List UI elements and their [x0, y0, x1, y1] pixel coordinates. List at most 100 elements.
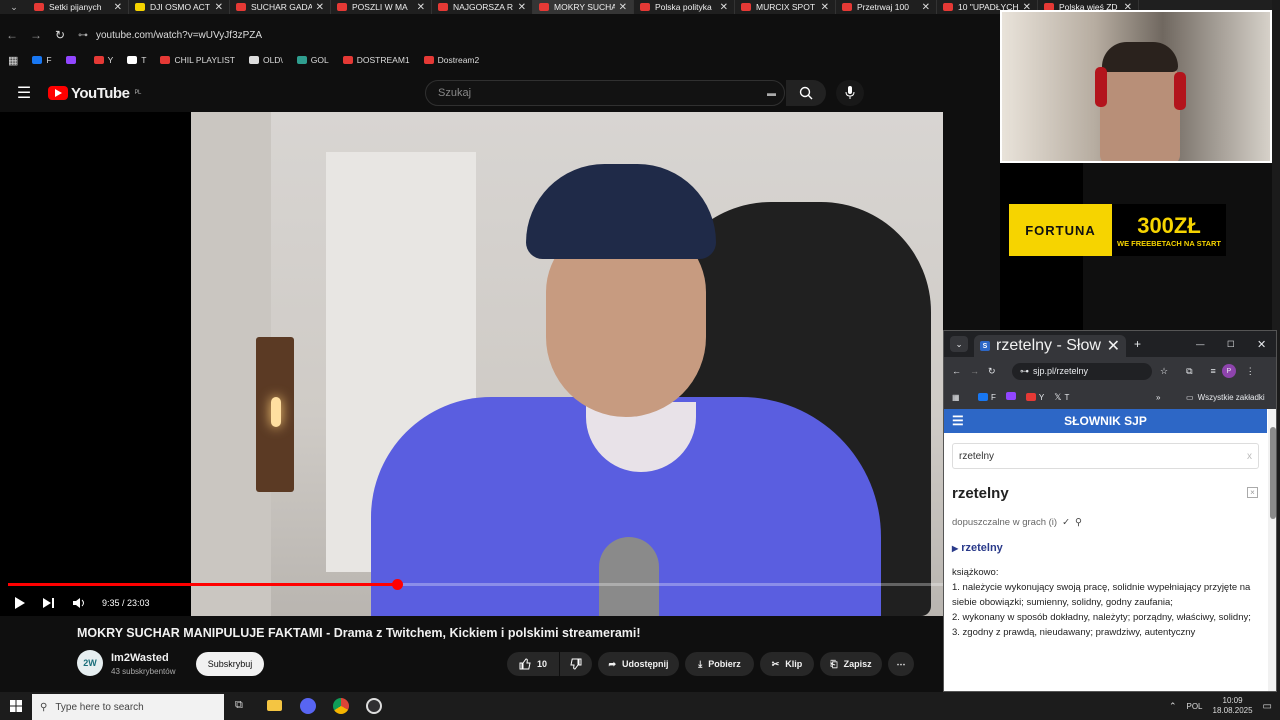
popup-bm-youtube[interactable]: Y [1025, 393, 1044, 402]
browser-tab[interactable]: Polska polityka ✕ [634, 0, 735, 14]
popup-tab-close-icon[interactable]: ✕ [1107, 336, 1120, 356]
discord-icon[interactable] [300, 698, 316, 714]
bookmark-item[interactable]: OLD\ [248, 55, 283, 65]
search-button[interactable] [786, 80, 826, 106]
bookmark-item[interactable]: Dostream2 [423, 55, 479, 65]
popup-star-icon[interactable]: ☆ [1160, 366, 1168, 377]
sjp-entry-title[interactable]: ▶ rzetelny [952, 542, 1003, 554]
browser-tab[interactable]: MOKRY SUCHA ✕ [533, 0, 634, 14]
popup-close-icon[interactable]: ✕ [1257, 338, 1266, 351]
popup-apps-icon[interactable]: ▦ [952, 393, 972, 402]
url-field[interactable]: ⊶ youtube.com/watch?v=wUVyJf3zPZA [78, 30, 262, 41]
popup-profile-avatar[interactable]: P [1221, 364, 1236, 378]
voice-search-button[interactable] [836, 80, 864, 106]
sjp-collapse-icon[interactable]: × [1247, 487, 1258, 498]
sjp-menu-icon[interactable]: ☰ [952, 413, 964, 429]
download-button[interactable]: ⤓ Pobierz [685, 652, 754, 676]
popup-url[interactable]: ⊶ sjp.pl/rzetelny [1012, 362, 1152, 380]
tab-close-icon[interactable]: ✕ [417, 2, 425, 13]
next-icon[interactable] [42, 597, 56, 609]
bookmark-item[interactable]: T [127, 55, 146, 65]
tab-search-chevron-icon[interactable]: ⌄ [0, 0, 28, 14]
keyboard-icon[interactable]: ▬ [767, 88, 776, 98]
browser-tab[interactable]: POSZLI W MA ✕ [331, 0, 432, 14]
browser-tab[interactable]: SUCHAR GADA ✕ [230, 0, 331, 14]
popup-scrollbar-thumb[interactable] [1270, 427, 1276, 519]
popup-reload-icon[interactable]: ↻ [988, 366, 1006, 377]
search-input[interactable]: Szukaj ▬ [425, 80, 785, 106]
video-player[interactable]: 9:35 / 23:03 [0, 112, 943, 616]
tab-close-icon[interactable]: ✕ [316, 2, 324, 13]
popup-new-tab-icon[interactable]: + [1134, 337, 1141, 351]
tab-close-icon[interactable]: ✕ [619, 2, 627, 13]
sjp-clear-icon[interactable]: x [1247, 451, 1252, 462]
windows-start-button[interactable] [0, 700, 32, 712]
forward-icon[interactable]: → [24, 28, 48, 42]
bookmark-icon [65, 56, 76, 64]
channel-name[interactable]: Im2Wasted [111, 652, 169, 664]
tabs-container: Setki pijanych ✕ DJI OSMO ACT ✕ SUCHAR GADA ✕… [28, 0, 1139, 14]
tab-close-icon[interactable]: ✕ [821, 2, 829, 13]
taskbar-search-box[interactable]: ⚲ Type here to search [32, 694, 224, 720]
chrome-icon[interactable] [333, 698, 349, 714]
tray-chevron-up-icon[interactable]: ⌃ [1169, 701, 1177, 712]
share-button[interactable]: ➦ Udostępnij [598, 652, 679, 676]
popup-extensions-icon[interactable]: ⧉ [1186, 366, 1192, 377]
bookmark-item[interactable]: GOL [296, 55, 329, 65]
popup-tab[interactable]: S rzetelny - Słownik SJP ✕ [974, 335, 1126, 357]
channel-avatar[interactable]: 2W [77, 650, 103, 676]
site-info-icon[interactable]: ⊶ [78, 30, 88, 41]
file-explorer-icon[interactable] [267, 700, 282, 711]
popup-bm-twitch[interactable] [1005, 392, 1016, 402]
tab-close-icon[interactable]: ✕ [720, 2, 728, 13]
reload-icon[interactable]: ↻ [48, 28, 72, 42]
popup-media-icon[interactable]: ≡ [1211, 366, 1216, 376]
popup-forward-icon[interactable]: → [970, 366, 988, 376]
popup-bm-facebook[interactable]: F [978, 393, 996, 402]
browser-tab[interactable]: MURCIX SPOT ✕ [735, 0, 836, 14]
popup-tab-search-icon[interactable]: ⌄ [950, 336, 968, 352]
browser-tab[interactable]: DJI OSMO ACT ✕ [129, 0, 230, 14]
sponsor-banner[interactable]: FORTUNA 300ZŁ WE FREEBETACH NA START [1009, 204, 1226, 256]
tab-close-icon[interactable]: ✕ [922, 2, 930, 13]
popup-menu-icon[interactable]: ⋮ [1246, 366, 1255, 377]
bookmark-item[interactable]: Y [93, 55, 113, 65]
bookmark-item[interactable] [65, 56, 80, 64]
more-actions-button[interactable]: ⋯ [888, 652, 914, 676]
popup-back-icon[interactable]: ← [952, 366, 970, 376]
subscribe-button[interactable]: Subskrybuj [196, 652, 264, 676]
tab-close-icon[interactable]: ✕ [114, 2, 122, 13]
popup-all-bookmarks[interactable]: ▭ Wszystkie zakładki [1186, 393, 1265, 402]
sjp-logo-text: SŁOWNIK SJP [1064, 414, 1147, 428]
notifications-icon[interactable]: ▭ [1263, 701, 1272, 712]
magnifier-icon[interactable]: ⚲ [1075, 517, 1082, 528]
language-indicator[interactable]: POL [1186, 702, 1202, 711]
popup-maximize-icon[interactable]: ☐ [1227, 339, 1235, 350]
browser-tab[interactable]: NAJGORSZA R ✕ [432, 0, 533, 14]
like-button[interactable]: 10 [507, 652, 559, 676]
apps-grid-icon[interactable]: ▦ [8, 54, 18, 67]
youtube-logo[interactable]: YouTube PL [48, 85, 141, 102]
tab-close-icon[interactable]: ✕ [518, 2, 526, 13]
browser-tab[interactable]: Przetrwaj 100 ✕ [836, 0, 937, 14]
volume-icon[interactable] [72, 597, 86, 609]
popup-bm-overflow-icon[interactable]: » [1156, 393, 1160, 402]
play-icon[interactable] [14, 596, 26, 610]
save-button[interactable]: ⎗ Zapisz [820, 652, 882, 676]
back-icon[interactable]: ← [0, 28, 24, 42]
clip-button[interactable]: ✂ Klip [760, 652, 814, 676]
popup-minimize-icon[interactable]: — [1196, 339, 1205, 349]
bookmark-item[interactable]: CHIL PLAYLIST [160, 55, 235, 65]
menu-hamburger-icon[interactable]: ☰ [0, 83, 48, 103]
obs-icon[interactable] [366, 698, 382, 714]
popup-bm-x[interactable]: 𝕏T [1054, 392, 1069, 403]
dislike-button[interactable] [560, 652, 592, 676]
bookmark-item[interactable]: DOSTREAM1 [342, 55, 410, 65]
tab-close-icon[interactable]: ✕ [215, 2, 223, 13]
video-person-cap [526, 164, 716, 259]
sjp-search-input[interactable]: rzetelny x [952, 443, 1259, 469]
bookmark-item[interactable]: F [32, 55, 52, 65]
browser-tab[interactable]: Setki pijanych ✕ [28, 0, 129, 14]
task-view-icon[interactable]: ⧉ [235, 699, 243, 712]
clock[interactable]: 10:09 18.08.2025 [1213, 696, 1253, 716]
